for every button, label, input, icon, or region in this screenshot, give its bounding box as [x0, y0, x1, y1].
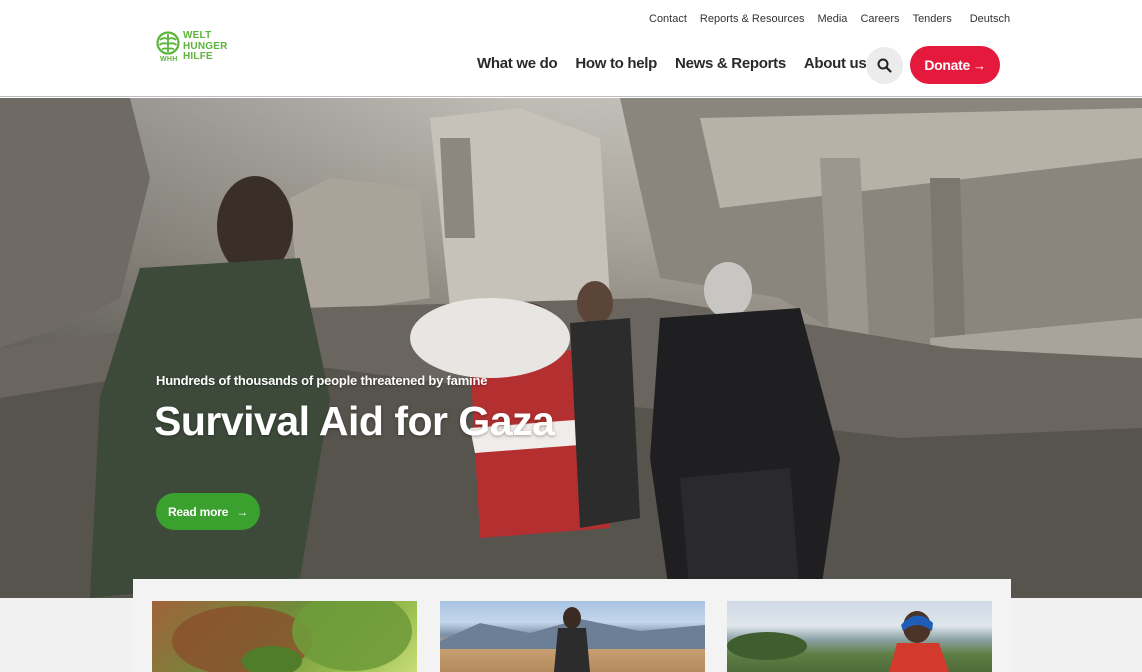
welthungerhilfe-logo[interactable]: WHH WELT HUNGER HILFE: [156, 30, 232, 67]
arrow-right-icon: →: [972, 57, 986, 73]
language-switch[interactable]: Deutsch: [970, 13, 1010, 25]
logo-abbr: WHH: [160, 56, 178, 63]
logo-wordmark: WELT HUNGER HILFE: [183, 30, 228, 63]
utility-nav: Contact Reports & Resources Media Career…: [649, 13, 1010, 25]
main-nav: What we do How to help News & Reports Ab…: [477, 55, 884, 72]
topnav-media[interactable]: Media: [817, 13, 847, 25]
logo-globe-icon: WHH: [156, 31, 180, 67]
hands-with-vegetables-photo: [172, 601, 412, 672]
woman-in-blue-headscarf-photo: [727, 611, 949, 672]
arrow-right-icon: →: [236, 504, 249, 519]
search-icon: [877, 58, 892, 73]
read-more-button[interactable]: Read more →: [156, 493, 260, 530]
topnav-contact[interactable]: Contact: [649, 13, 687, 25]
search-button[interactable]: [866, 47, 903, 84]
mainnav-what-we-do[interactable]: What we do: [477, 55, 558, 72]
mainnav-how-to-help[interactable]: How to help: [575, 55, 657, 72]
logo-line-3: HILFE: [183, 51, 213, 62]
teaser-card-1[interactable]: [152, 601, 417, 672]
logo-line-1: WELT: [183, 30, 212, 41]
mainnav-news-reports[interactable]: News & Reports: [675, 55, 786, 72]
man-in-field-mountains-photo: [440, 607, 705, 672]
teaser-card-3[interactable]: [727, 601, 992, 672]
hero-title: Survival Aid for Gaza: [154, 398, 555, 444]
teaser-card-2[interactable]: [440, 601, 705, 672]
read-more-label: Read more: [167, 504, 229, 519]
hero-banner: Hundreds of thousands of people threaten…: [0, 98, 1142, 598]
topnav-reports-resources[interactable]: Reports & Resources: [700, 13, 805, 25]
site-header: WHH WELT HUNGER HILFE Contact Reports & …: [0, 0, 1142, 97]
topnav-tenders[interactable]: Tenders: [913, 13, 952, 25]
mainnav-about-us[interactable]: About us: [804, 55, 867, 72]
donate-label: Donate: [924, 57, 970, 73]
topnav-careers[interactable]: Careers: [860, 13, 899, 25]
donate-button[interactable]: Donate →: [910, 46, 1000, 84]
hero-kicker: Hundreds of thousands of people threaten…: [156, 373, 488, 388]
